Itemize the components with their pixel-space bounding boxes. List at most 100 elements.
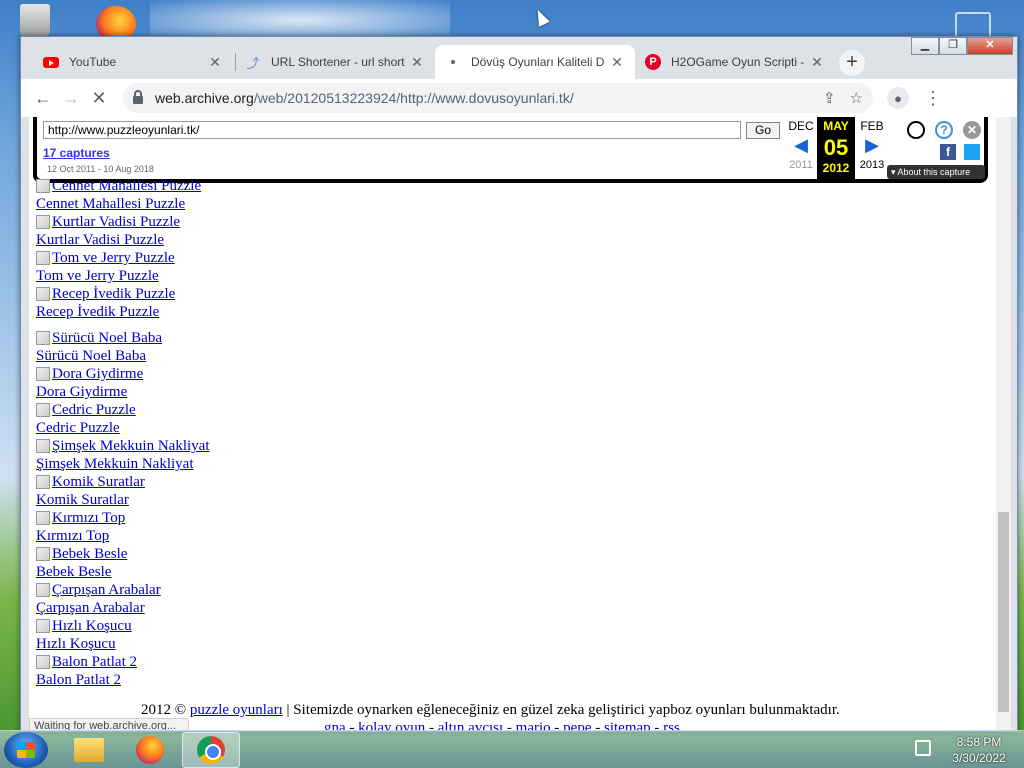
tab-dovus-oyunlari[interactable]: Dövüş Oyunları Kaliteli D ✕ (435, 45, 635, 79)
help-icon[interactable]: ? (935, 121, 953, 139)
game-title-link[interactable]: Tom ve Jerry Puzzle (36, 267, 210, 285)
game-title-link[interactable]: Kurtlar Vadisi Puzzle (36, 231, 210, 249)
tab-h2ogame[interactable]: P H2OGame Oyun Scripti - ✕ (635, 45, 835, 79)
new-tab-button[interactable]: + (839, 50, 865, 76)
close-tab-icon[interactable]: ✕ (809, 54, 825, 71)
about-capture-label: About this capture (897, 167, 971, 177)
bookmark-star-icon[interactable]: ☆ (850, 89, 863, 107)
footer-line: 2012 © puzzle oyunları | Sitemizde oynar… (141, 701, 840, 719)
taskbar-firefox[interactable] (121, 732, 179, 768)
broken-image-icon (36, 367, 50, 381)
loading-icon (445, 54, 461, 70)
firefox-icon (136, 736, 164, 764)
game-image-link[interactable]: Recep İvedik Puzzle (36, 285, 210, 303)
game-title-link[interactable]: Dora Giydirme (36, 383, 210, 401)
tab-strip: YouTube ✕ ⤴ URL Shortener - url short ✕ … (21, 37, 1017, 79)
back-button[interactable]: ← (29, 84, 57, 112)
folder-icon (74, 738, 104, 762)
game-image-link[interactable]: Tom ve Jerry Puzzle (36, 249, 210, 267)
game-group-2: Sürücü Noel Baba Sürücü Noel Baba Dora G… (36, 329, 210, 689)
game-image-link[interactable]: Dora Giydirme (36, 365, 210, 383)
recycle-bin-icon[interactable] (20, 4, 50, 38)
capture-date-range: 12 Oct 2011 - 10 Aug 2018 (47, 164, 154, 174)
address-bar[interactable]: web.archive.org /web/20120513223924/http… (123, 83, 873, 113)
next-capture-arrow-icon[interactable]: ▶ (853, 135, 891, 156)
game-image-link[interactable]: Kurtlar Vadisi Puzzle (36, 213, 210, 231)
game-image-link[interactable]: Bebek Besle (36, 545, 210, 563)
wayback-url-input[interactable] (43, 121, 741, 139)
tab-title: URL Shortener - url short (271, 55, 405, 69)
broken-image-icon (36, 331, 50, 345)
game-title-link[interactable]: Sürücü Noel Baba (36, 347, 210, 365)
share-icon[interactable]: ⇪ (823, 89, 836, 107)
taskbar: 8:58 PM 3/30/2022 (0, 730, 1024, 768)
game-image-link[interactable]: Şimşek Mekkuin Nakliyat (36, 437, 210, 455)
captures-link[interactable]: 17 captures (43, 146, 110, 160)
broken-image-icon (36, 287, 50, 301)
stop-loading-button[interactable]: ✕ (85, 84, 113, 112)
about-capture-button[interactable]: ▾ About this capture (887, 165, 985, 179)
game-title-link[interactable]: Cedric Puzzle (36, 419, 210, 437)
network-icon[interactable] (915, 740, 931, 756)
twitter-icon[interactable] (964, 144, 980, 160)
maximize-button[interactable]: ❐ (939, 37, 967, 55)
next-year[interactable]: 2013 (853, 159, 891, 171)
game-title-link[interactable]: Kırmızı Top (36, 527, 210, 545)
close-tab-icon[interactable]: ✕ (409, 54, 425, 71)
profile-avatar[interactable]: ● (887, 87, 909, 109)
game-title-link[interactable]: Çarpışan Arabalar (36, 599, 210, 617)
broken-image-icon (36, 583, 50, 597)
game-title-link[interactable]: Bebek Besle (36, 563, 210, 581)
wayback-go-button[interactable]: Go (746, 122, 780, 139)
broken-image-icon (36, 403, 50, 417)
start-button[interactable] (4, 732, 48, 768)
prev-year[interactable]: 2011 (782, 159, 820, 171)
game-title-link[interactable]: Komik Suratlar (36, 491, 210, 509)
game-image-link[interactable]: Çarpışan Arabalar (36, 581, 210, 599)
facebook-icon[interactable]: f (940, 144, 956, 160)
broken-image-icon (36, 475, 50, 489)
close-tab-icon[interactable]: ✕ (609, 54, 625, 71)
footer-site-link[interactable]: puzzle oyunları (190, 702, 283, 718)
broken-image-icon (36, 215, 50, 229)
tab-youtube[interactable]: YouTube ✕ (33, 45, 233, 79)
broken-image-icon (36, 547, 50, 561)
taskbar-chrome[interactable] (182, 732, 240, 768)
scrollbar-thumb[interactable] (998, 512, 1009, 712)
prev-capture-arrow-icon[interactable]: ◀ (782, 135, 820, 156)
tab-url-shortener[interactable]: ⤴ URL Shortener - url short ✕ (235, 45, 435, 79)
game-image-link[interactable]: Kırmızı Top (36, 509, 210, 527)
system-clock[interactable]: 8:58 PM 3/30/2022 (944, 734, 1014, 766)
game-image-link[interactable]: Balon Patlat 2 (36, 653, 210, 671)
game-title-link[interactable]: Cennet Mahallesi Puzzle (36, 195, 210, 213)
next-month[interactable]: FEB (853, 119, 891, 133)
browser-toolbar: ← → ✕ web.archive.org /web/2012051322392… (21, 79, 1017, 117)
minimize-button[interactable]: ▁ (911, 37, 939, 55)
desktop-wallpaper (150, 0, 450, 40)
page-scrollbar[interactable] (996, 117, 1011, 731)
game-image-link[interactable]: Komik Suratlar (36, 473, 210, 491)
game-image-link[interactable]: Sürücü Noel Baba (36, 329, 210, 347)
game-title-link[interactable]: Recep İvedik Puzzle (36, 303, 210, 321)
menu-kebab-icon[interactable]: ⋮ (919, 84, 947, 112)
game-title-link[interactable]: Balon Patlat 2 (36, 671, 210, 689)
prev-month[interactable]: DEC (782, 119, 820, 133)
broken-image-icon (36, 619, 50, 633)
close-toolbar-icon[interactable]: ✕ (963, 121, 981, 139)
close-window-button[interactable]: ✕ (967, 37, 1013, 55)
window-controls: ▁ ❐ ✕ (911, 37, 1013, 55)
prev-capture-column: DEC ◀ 2011 (782, 117, 820, 171)
taskbar-explorer[interactable] (60, 732, 118, 768)
close-tab-icon[interactable]: ✕ (207, 54, 223, 71)
wayback-actions: ? ✕ (907, 121, 981, 139)
lock-icon[interactable] (133, 90, 143, 104)
game-image-link[interactable]: Cennet Mahallesi Puzzle (36, 177, 210, 195)
chrome-icon (197, 736, 225, 764)
game-title-link[interactable]: Şimşek Mekkuin Nakliyat (36, 455, 210, 473)
tab-title: YouTube (69, 55, 117, 69)
user-icon[interactable] (907, 121, 925, 139)
game-image-link[interactable]: Cedric Puzzle (36, 401, 210, 419)
game-image-link[interactable]: Hızlı Koşucu (36, 617, 210, 635)
forward-button[interactable]: → (57, 84, 85, 112)
game-title-link[interactable]: Hızlı Koşucu (36, 635, 210, 653)
